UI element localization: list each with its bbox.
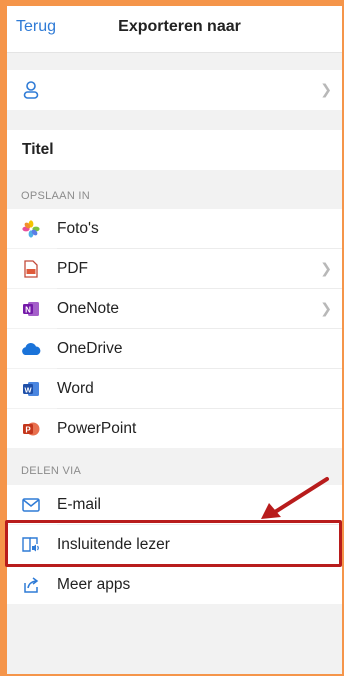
onenote-icon: N — [21, 299, 41, 319]
share-item-label: Meer apps — [57, 575, 131, 593]
save-item-onedrive[interactable]: OneDrive — [7, 329, 342, 368]
page-title: Exporteren naar — [118, 18, 241, 35]
title-label: Titel — [22, 141, 54, 158]
save-item-pdf[interactable]: PDF ❯ — [7, 249, 342, 288]
save-item-powerpoint[interactable]: P PowerPoint — [7, 409, 342, 448]
chevron-right-icon: ❯ — [320, 300, 332, 316]
svg-text:N: N — [25, 305, 31, 314]
navigation-bar: Terug Exporteren naar — [7, 6, 342, 53]
save-item-label: PDF — [57, 259, 88, 277]
person-icon — [21, 80, 41, 100]
share-item-more-apps[interactable]: Meer apps — [7, 565, 342, 604]
word-icon: W — [21, 379, 41, 399]
save-item-label: PowerPoint — [57, 419, 137, 437]
save-section-header: OPSLAAN IN — [21, 190, 91, 202]
share-item-label: E-mail — [57, 495, 101, 513]
account-row[interactable]: ❯ — [7, 70, 342, 110]
powerpoint-icon: P — [21, 419, 41, 439]
share-icon — [21, 575, 41, 595]
share-section-header: DELEN VIA — [21, 465, 82, 477]
save-item-label: OneNote — [57, 299, 120, 317]
mail-icon — [21, 495, 41, 515]
save-item-label: OneDrive — [57, 339, 123, 357]
save-item-label: Word — [57, 379, 94, 397]
photos-icon — [21, 219, 41, 239]
save-item-word[interactable]: W Word — [7, 369, 342, 408]
arrow-icon — [261, 477, 329, 519]
save-item-photos[interactable]: Foto's — [7, 209, 342, 248]
svg-text:P: P — [25, 425, 31, 434]
svg-text:W: W — [24, 385, 32, 394]
title-row: Titel — [7, 130, 342, 170]
pdf-icon — [21, 259, 41, 279]
highlight-box — [5, 520, 342, 567]
chevron-right-icon: ❯ — [320, 260, 332, 276]
save-item-label: Foto's — [57, 219, 99, 237]
onedrive-icon — [21, 339, 41, 359]
chevron-right-icon: ❯ — [320, 81, 332, 97]
save-item-onenote[interactable]: N OneNote ❯ — [7, 289, 342, 328]
export-screen: Terug Exporteren naar ❯ Titel OPSLAAN IN — [7, 6, 342, 674]
